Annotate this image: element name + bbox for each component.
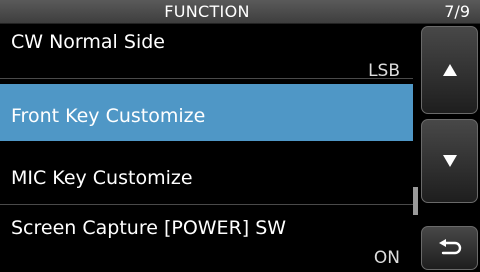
menu-item-mic-key-customize[interactable]: MIC Key Customize [0, 146, 413, 205]
title-bar: FUNCTION 7/9 [0, 0, 480, 24]
scrollbar-thumb[interactable] [413, 187, 418, 215]
triangle-down-icon [442, 154, 458, 168]
back-button[interactable] [421, 226, 478, 270]
menu-item-cw-normal-side[interactable]: CW Normal Side LSB [0, 24, 413, 81]
menu-list: CW Normal Side LSB Front Key Customize M… [0, 24, 413, 272]
scrollbar-track[interactable] [413, 24, 418, 272]
scroll-down-button[interactable] [421, 119, 478, 203]
menu-item-label: CW Normal Side [11, 31, 165, 53]
scroll-up-button[interactable] [421, 26, 478, 114]
menu-item-label: Screen Capture [POWER] SW [11, 217, 287, 239]
triangle-up-icon [442, 63, 458, 77]
menu-item-value: LSB [368, 61, 400, 81]
menu-item-label: Front Key Customize [11, 105, 206, 127]
menu-item-front-key-customize[interactable]: Front Key Customize [0, 84, 413, 141]
page-indicator: 7/9 [444, 2, 470, 21]
screen-title: FUNCTION [164, 2, 250, 21]
menu-item-screen-capture-power-sw[interactable]: Screen Capture [POWER] SW ON [0, 209, 413, 272]
menu-item-label: MIC Key Customize [11, 167, 193, 189]
menu-item-value: ON [373, 248, 400, 268]
return-arrow-icon [438, 239, 462, 257]
